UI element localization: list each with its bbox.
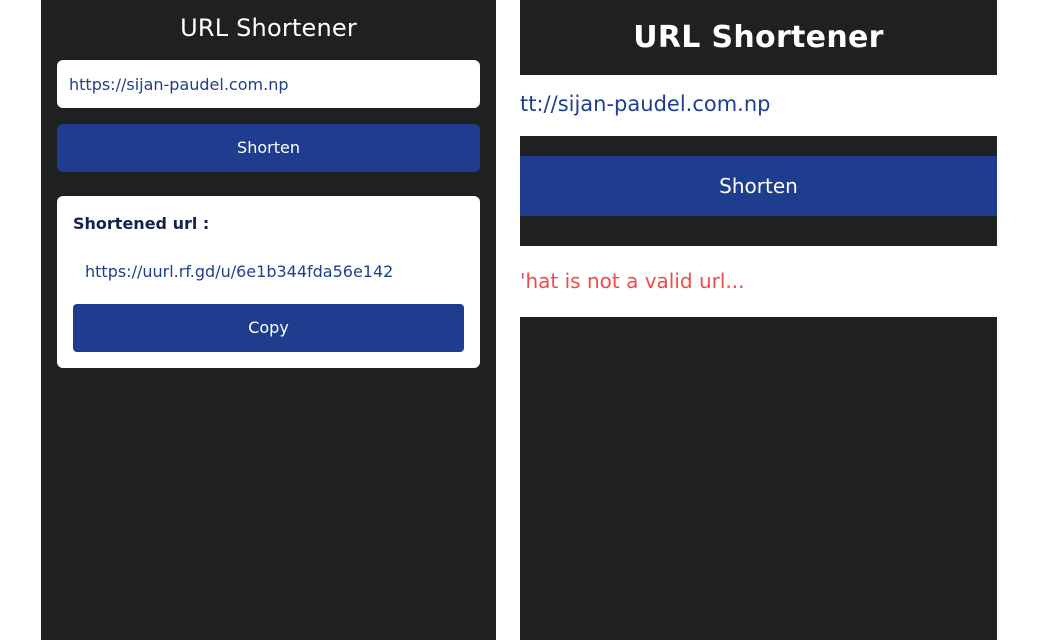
screenshot-stage: URL Shortener Shorten Shortened url : ht… xyxy=(0,0,1040,640)
right-app-panel: URL Shortener tt://sijan-paudel.com.np S… xyxy=(520,0,997,640)
app-title-zoomed: URL Shortener xyxy=(633,20,884,55)
app-title: URL Shortener xyxy=(180,14,357,42)
shortened-url-link[interactable]: https://uurl.rf.gd/u/6e1b344fda56e142 xyxy=(85,262,393,281)
error-message: 'hat is not a valid url... xyxy=(520,269,745,293)
url-input-value-zoomed: tt://sijan-paudel.com.np xyxy=(520,92,771,116)
left-app-panel: URL Shortener Shorten Shortened url : ht… xyxy=(41,0,496,640)
copy-button[interactable]: Copy xyxy=(73,304,464,352)
result-label: Shortened url : xyxy=(73,214,210,233)
shorten-button-zoomed[interactable]: Shorten xyxy=(520,156,997,216)
result-card: Shortened url : https://uurl.rf.gd/u/6e1… xyxy=(57,196,480,368)
url-input[interactable] xyxy=(57,60,480,108)
shorten-button[interactable]: Shorten xyxy=(57,124,480,172)
